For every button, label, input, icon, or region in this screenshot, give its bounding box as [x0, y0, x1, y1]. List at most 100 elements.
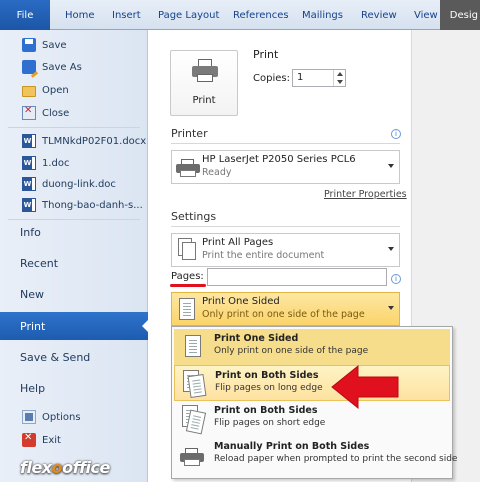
recent-doc-item[interactable]: duong-link.doc [0, 173, 148, 195]
settings-heading: Settings [171, 210, 217, 223]
menu-item-sub: Flip pages on long edge [215, 383, 323, 393]
recent-doc-item[interactable]: 1.doc [0, 152, 148, 174]
info-icon[interactable]: i [391, 274, 401, 284]
print-range-dropdown[interactable]: Print All Pages Print the entire documen… [171, 233, 400, 267]
printer-properties-link[interactable]: Printer Properties [324, 189, 407, 200]
nav-open[interactable]: Open [0, 79, 148, 101]
copies-value: 1 [297, 72, 304, 83]
menu-item-one-sided[interactable]: Print One Sided Only print on one side o… [174, 329, 450, 365]
red-underline-annotation [170, 284, 206, 287]
ribbon-tabs: File Home Insert Page Layout References … [0, 0, 480, 30]
tab-design[interactable]: Desig [439, 0, 480, 30]
one-sided-icon [176, 297, 198, 321]
divider [8, 127, 140, 128]
menu-item-sub: Only print on one side of the page [214, 346, 369, 356]
nav-info[interactable]: Info [0, 218, 148, 246]
menu-item-both-sides-long[interactable]: Print on Both Sides Flip pages on long e… [174, 365, 450, 401]
menu-item-sub: Flip pages on short edge [214, 418, 326, 428]
menu-item-title: Print on Both Sides [214, 405, 318, 416]
info-icon[interactable]: i [391, 129, 401, 139]
chevron-down-icon [388, 164, 394, 168]
recent-doc-item[interactable]: TLMNkdP02F01.docx [0, 130, 148, 152]
nav-save-label: Save [42, 39, 67, 51]
manual-duplex-icon [180, 440, 206, 470]
print-range-sub: Print the entire document [202, 250, 325, 261]
sides-sub: Only print on one side of the page [202, 309, 365, 320]
spinner-arrows-icon[interactable] [333, 70, 345, 86]
duplex-long-icon [181, 369, 207, 399]
nav-help[interactable]: Help [0, 374, 148, 402]
printer-dropdown[interactable]: HP LaserJet P2050 Series PCL6 Ready [171, 150, 400, 184]
menu-item-title: Print on Both Sides [215, 370, 319, 381]
recent-doc-label: duong-link.doc [42, 178, 116, 190]
divider [171, 226, 400, 227]
tab-review[interactable]: Review [361, 0, 397, 30]
nav-exit-label: Exit [42, 434, 61, 446]
save-as-icon [22, 60, 36, 74]
nav-exit[interactable]: Exit [0, 429, 148, 451]
duplex-short-icon [180, 404, 207, 435]
tab-mailings[interactable]: Mailings [302, 0, 343, 30]
flexoffice-logo: flexooffice [20, 458, 110, 477]
printer-name: HP LaserJet P2050 Series PCL6 [202, 154, 356, 165]
nav-print[interactable]: Print [0, 312, 149, 340]
print-range-title: Print All Pages [202, 237, 274, 248]
word-doc-icon [22, 134, 36, 148]
printer-status: Ready [202, 167, 232, 178]
nav-close-label: Close [42, 107, 70, 119]
tab-home[interactable]: Home [65, 0, 95, 30]
menu-item-both-sides-short[interactable]: Print on Both Sides Flip pages on short … [174, 401, 450, 437]
nav-save-as[interactable]: Save As [0, 56, 148, 78]
backstage-nav: Save Save As Open Close TLMNkdP02F01.doc… [0, 30, 149, 482]
copies-stepper[interactable]: 1 [292, 69, 346, 87]
divider [171, 143, 400, 144]
tab-view[interactable]: View [414, 0, 438, 30]
save-icon [22, 38, 36, 52]
open-folder-icon [22, 85, 36, 97]
tab-file[interactable]: File [0, 0, 50, 30]
one-sided-icon [180, 332, 206, 362]
pages-label: Pages: [171, 271, 204, 282]
chevron-down-icon [388, 306, 394, 310]
close-icon [22, 105, 36, 120]
print-button[interactable]: Print [170, 50, 238, 116]
word-doc-icon [22, 156, 36, 170]
tab-page-layout[interactable]: Page Layout [158, 0, 219, 30]
recent-doc-label: Thong-bao-danh-s... [42, 199, 143, 211]
nav-close[interactable]: Close [0, 102, 148, 124]
copies-label: Copies: [253, 73, 290, 84]
menu-item-sub: Reload paper when prompted to print the … [214, 454, 458, 464]
red-arrow-icon [331, 364, 399, 410]
pages-input[interactable] [207, 268, 387, 286]
nav-save-send[interactable]: Save & Send [0, 343, 148, 371]
tab-insert[interactable]: Insert [112, 0, 141, 30]
chevron-down-icon [388, 247, 394, 251]
recent-doc-label: TLMNkdP02F01.docx [42, 135, 147, 147]
menu-item-title: Print One Sided [214, 333, 299, 344]
print-heading: Print [253, 48, 279, 61]
options-icon [22, 410, 36, 424]
word-doc-icon [22, 177, 36, 191]
print-button-label: Print [192, 95, 216, 106]
nav-options-label: Options [42, 411, 81, 423]
nav-recent[interactable]: Recent [0, 249, 148, 277]
nav-open-label: Open [42, 84, 69, 96]
pages-icon [176, 238, 198, 262]
tab-references[interactable]: References [233, 0, 289, 30]
printer-icon [192, 59, 218, 83]
nav-save-as-label: Save As [42, 61, 82, 73]
sides-title: Print One Sided [202, 296, 280, 307]
recent-doc-label: 1.doc [42, 157, 70, 169]
sides-dropdown[interactable]: Print One Sided Only print on one side o… [171, 292, 400, 326]
menu-item-title: Manually Print on Both Sides [214, 441, 370, 452]
recent-doc-item[interactable]: Thong-bao-danh-s... [0, 194, 148, 216]
sides-menu: Print One Sided Only print on one side o… [171, 326, 457, 479]
exit-icon [22, 432, 36, 447]
nav-new[interactable]: New [0, 280, 148, 308]
nav-options[interactable]: Options [0, 406, 148, 428]
printer-heading: Printer [171, 127, 208, 140]
word-doc-icon [22, 198, 36, 212]
printer-icon [176, 155, 200, 179]
nav-save[interactable]: Save [0, 34, 148, 56]
menu-item-manual-duplex[interactable]: Manually Print on Both Sides Reload pape… [174, 437, 457, 473]
